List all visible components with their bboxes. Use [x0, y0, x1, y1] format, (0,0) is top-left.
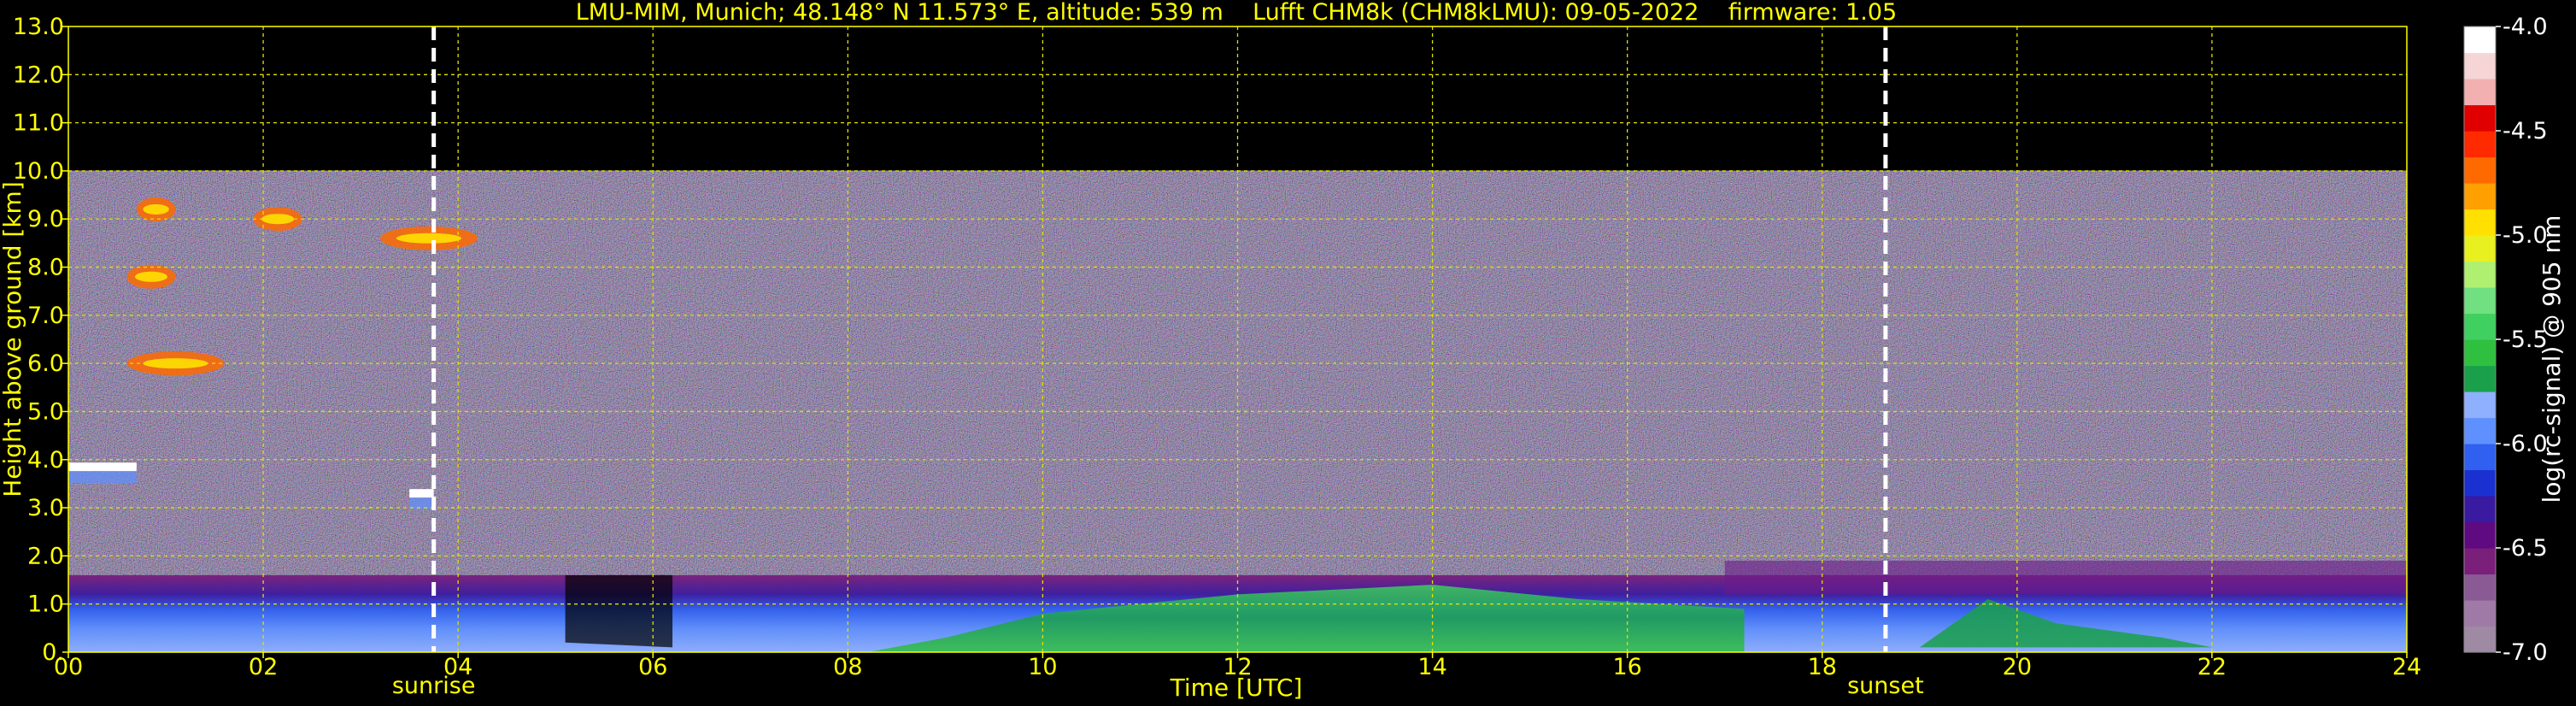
colorbar-swatch — [2464, 183, 2496, 210]
colorbar-swatch — [2464, 261, 2496, 288]
y-tick-label: 8.0 — [27, 255, 64, 281]
x-tick-label: 08 — [833, 654, 862, 680]
colorbar-swatch — [2464, 391, 2496, 419]
colorbar-swatch — [2464, 626, 2496, 653]
x-tick-label: 16 — [1612, 654, 1641, 680]
colorbar-swatch — [2464, 79, 2496, 106]
residual-layer — [1724, 561, 2407, 595]
colorbar-tick-label: -6.5 — [2503, 535, 2548, 562]
y-tick-label: 7.0 — [27, 303, 64, 329]
colorbar-swatch — [2464, 365, 2496, 392]
x-tick-label: 10 — [1028, 654, 1057, 680]
cirrus-core — [134, 271, 167, 282]
colorbar-swatch — [2464, 235, 2496, 262]
colorbar-swatch — [2464, 209, 2496, 236]
y-tick-label: 5.0 — [27, 398, 64, 425]
colorbar-swatch — [2464, 496, 2496, 523]
x-tick-label: 06 — [638, 654, 667, 680]
colorbar-swatch — [2464, 574, 2496, 601]
x-tick-label: 20 — [2003, 654, 2032, 680]
y-tick-label: 6.0 — [27, 350, 64, 377]
x-tick-label: 22 — [2198, 654, 2227, 680]
ceilometer-chart: sunrise sunset 00 02 04 06 08 10 12 14 16 18 20 22 24… — [0, 0, 2566, 702]
y-tick-label: 2.0 — [27, 543, 64, 569]
colorbar-swatch — [2464, 600, 2496, 627]
y-tick-label: 13.0 — [13, 14, 64, 40]
x-tick-label: 18 — [1808, 654, 1837, 680]
cloud-base — [409, 489, 434, 498]
colorbar-tick-label: -4.5 — [2503, 118, 2548, 144]
colorbar-swatch — [2464, 548, 2496, 575]
x-tick-label: 24 — [2392, 654, 2421, 680]
cirrus-core — [143, 203, 169, 215]
colorbar-swatch — [2464, 26, 2496, 54]
colorbar-title: log(rc-signal) @ 905 nm — [2538, 215, 2566, 503]
y-tick-label: 12.0 — [13, 62, 64, 88]
y-tick-label: 10.0 — [13, 158, 64, 185]
colorbar: -4.0-4.5-5.0-5.5-6.0-6.5-7.0 — [2463, 14, 2548, 666]
y-tick-label: 4.0 — [27, 447, 64, 474]
colorbar-swatch — [2464, 104, 2496, 132]
colorbar-swatch — [2464, 444, 2496, 471]
colorbar-tick-label: -7.0 — [2503, 639, 2548, 666]
y-tick-label: 11.0 — [13, 110, 64, 137]
cirrus-core — [396, 232, 461, 244]
marker-sunset-label: sunset — [1847, 673, 1924, 699]
chart-title: LMU-MIM, Munich; 48.148° N 11.573° E, al… — [576, 0, 1897, 26]
clear-gap — [565, 574, 673, 648]
x-tick-label: 14 — [1417, 654, 1446, 680]
y-tick-label: 3.0 — [27, 495, 64, 521]
y-axis-title: Height above ground [km] — [0, 181, 26, 497]
colorbar-swatch — [2464, 469, 2496, 497]
colorbar-swatch — [2464, 417, 2496, 444]
y-tick-label: 0. — [42, 639, 64, 666]
x-tick-label: 04 — [443, 654, 472, 680]
cloud-below — [68, 471, 137, 484]
colorbar-tick-label: -4.0 — [2503, 14, 2548, 40]
colorbar-swatch — [2464, 521, 2496, 549]
cloud-base — [68, 462, 137, 472]
colorbar-swatch — [2464, 156, 2496, 184]
colorbar-swatch — [2464, 287, 2496, 315]
x-axis-title: Time [UTC] — [1170, 674, 1303, 702]
colorbar-swatch — [2464, 313, 2496, 340]
y-tick-label: 1.0 — [27, 591, 64, 618]
colorbar-swatch — [2464, 131, 2496, 158]
colorbar-swatch — [2464, 339, 2496, 367]
x-tick-label: 02 — [249, 654, 278, 680]
colorbar-swatch — [2464, 52, 2496, 79]
y-tick-label: 9.0 — [27, 206, 64, 232]
